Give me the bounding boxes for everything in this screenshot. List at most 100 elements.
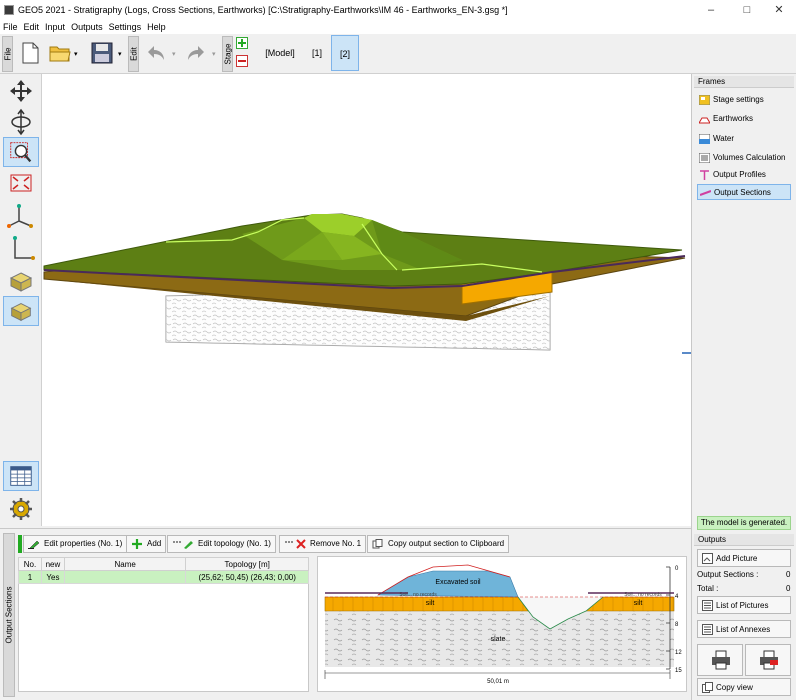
menu-file[interactable]: File [0, 20, 21, 34]
open-dropdown-icon[interactable]: ▾ [74, 50, 78, 58]
depth-tick-12: 12 [675, 650, 682, 656]
list-of-pictures-button[interactable]: List of Pictures [697, 596, 791, 614]
add-button[interactable]: Add [126, 535, 167, 553]
edit-tab[interactable]: Edit [128, 36, 139, 72]
axes-3d-icon[interactable] [3, 201, 39, 231]
open-folder-icon[interactable] [48, 41, 72, 65]
menu-input[interactable]: Input [42, 20, 68, 34]
menu-outputs[interactable]: Outputs [68, 20, 106, 34]
file-tab[interactable]: File [2, 36, 13, 72]
view-top-icon[interactable] [3, 266, 39, 296]
stage-2-button[interactable]: [2] [331, 35, 359, 71]
redo-icon[interactable] [184, 42, 208, 66]
model-3d-viewport[interactable] [42, 74, 691, 526]
silt-label-left: silt [426, 600, 435, 607]
section-preview: Excavated soil silt silt slate Soil... n… [317, 556, 687, 692]
print-button[interactable] [697, 644, 743, 676]
table-view-icon[interactable] [3, 461, 39, 491]
copy-view-button[interactable]: Copy view [697, 678, 791, 696]
rotate-icon[interactable] [3, 107, 39, 137]
print-pdf-button[interactable] [745, 644, 791, 676]
output-sections-count: 0 [786, 570, 791, 579]
pencil-icon [28, 540, 40, 549]
total-label: Total : [697, 584, 719, 593]
frame-water[interactable]: Water [697, 131, 791, 147]
left-toolbar [0, 74, 42, 526]
undo-icon[interactable] [144, 42, 168, 66]
stage-settings-icon [699, 95, 710, 105]
table-row[interactable]: 1 Yes (25,62; 50,45) (26,43; 0,00) [18, 570, 309, 584]
copy-output-section-button[interactable]: Copy output section to Clipboard [367, 535, 510, 553]
list-icon [702, 624, 713, 635]
top-right-label: Soil... no records [624, 592, 662, 598]
save-dropdown-icon[interactable]: ▾ [118, 50, 122, 58]
excavated-soil-label: Excavated soil [435, 579, 481, 586]
menu-edit[interactable]: Edit [21, 20, 43, 34]
move-icon[interactable] [3, 76, 39, 106]
edit-properties-button[interactable]: Edit properties (No. 1) [23, 535, 128, 553]
col-name[interactable]: Name [63, 557, 187, 571]
title-bar: GEO5 2021 - Stratigraphy (Logs, Cross Se… [0, 0, 796, 20]
stage-1-button[interactable]: [1] [304, 35, 330, 71]
save-icon[interactable] [90, 41, 114, 65]
depth-tick-8: 8 [675, 622, 679, 628]
menu-bar: File Edit Input Outputs Settings Help [0, 20, 796, 34]
slate-label: slate [491, 636, 506, 643]
add-stage-icon[interactable] [236, 37, 248, 49]
total-count: 0 [786, 584, 791, 593]
frame-output-profiles[interactable]: Output Profiles [697, 167, 791, 183]
volumes-calculation-icon [699, 153, 710, 163]
stage-tab[interactable]: Stage [222, 36, 233, 72]
terrain-model-3d [43, 213, 691, 354]
depth-tick-15: 15 [675, 668, 682, 674]
cross-section-drawing: Excavated soil silt silt slate Soil... n… [324, 564, 682, 685]
output-sections-icon [700, 190, 711, 196]
remove-button[interactable]: Remove No. 1 [279, 535, 367, 553]
plus-icon [132, 539, 142, 549]
undo-dropdown-icon[interactable]: ▾ [172, 50, 176, 58]
remove-stage-icon[interactable] [236, 55, 248, 67]
settings-gear-icon[interactable] [3, 494, 39, 524]
stage-model-button[interactable]: [Model] [258, 35, 302, 71]
col-no[interactable]: No. [18, 557, 42, 571]
depth-tick-4: 4 [675, 594, 679, 600]
output-sections-table: No. new Name Topology [m] 1 Yes (25,62; … [18, 557, 309, 584]
output-sections-side-tab[interactable]: Output Sections [3, 533, 15, 697]
window-title: GEO5 2021 - Stratigraphy (Logs, Cross Se… [18, 5, 508, 15]
edit-topology-button[interactable]: Edit topology (No. 1) [167, 535, 276, 553]
minimize-button[interactable]: – [694, 0, 728, 20]
view-iso-icon[interactable] [3, 296, 39, 326]
status-message: The model is generated. [697, 516, 791, 530]
printer-icon [712, 650, 730, 670]
list-icon [702, 600, 713, 611]
frame-stage-settings[interactable]: Stage settings [697, 92, 791, 108]
menu-settings[interactable]: Settings [106, 20, 145, 34]
depth-tick-0: 0 [675, 566, 679, 572]
add-picture-button[interactable]: Add Picture [697, 549, 791, 567]
printer-pdf-icon [760, 650, 778, 670]
cell-new: Yes [40, 570, 65, 584]
col-new[interactable]: new [40, 557, 65, 571]
frame-earthworks[interactable]: Earthworks [697, 111, 791, 127]
zoom-extents-icon[interactable] [3, 169, 39, 199]
frame-volumes-calculation[interactable]: Volumes Calculation [697, 150, 791, 166]
outputs-header: Outputs [694, 534, 794, 546]
cell-no: 1 [18, 570, 42, 584]
remove-topology-icon [285, 539, 306, 549]
maximize-button[interactable]: □ [730, 0, 764, 20]
zoom-icon[interactable] [3, 137, 39, 167]
edit-topology-icon [173, 541, 193, 549]
axes-2d-icon[interactable] [3, 234, 39, 264]
silt-label-right: silt [634, 600, 643, 607]
redo-dropdown-icon[interactable]: ▾ [212, 50, 216, 58]
frames-header: Frames [694, 76, 794, 88]
menu-help[interactable]: Help [144, 20, 169, 34]
list-of-annexes-button[interactable]: List of Annexes [697, 620, 791, 638]
frame-output-sections[interactable]: Output Sections [697, 184, 791, 200]
cell-name [63, 570, 187, 584]
col-topology[interactable]: Topology [m] [185, 557, 309, 571]
right-panel: Frames Stage settings Earthworks Water V… [691, 74, 796, 700]
app-icon [4, 5, 14, 15]
close-button[interactable]: ✕ [762, 0, 796, 20]
new-file-icon[interactable] [18, 41, 42, 65]
